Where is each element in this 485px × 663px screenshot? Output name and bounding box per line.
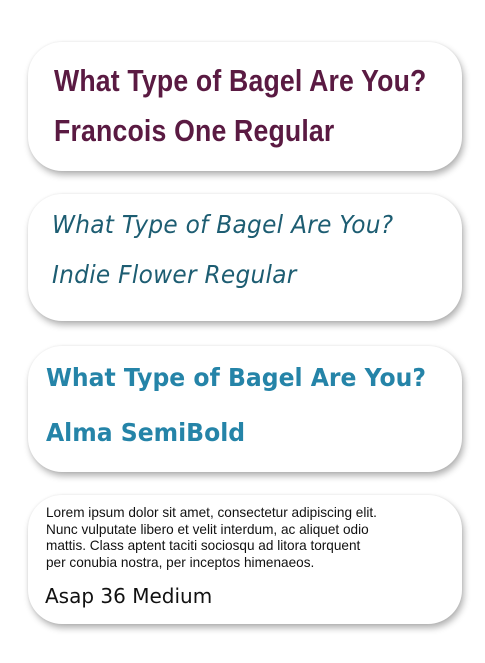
sample-heading: What Type of Bagel Are You? [54,63,427,98]
sample-heading: What Type of Bagel Are You? [52,210,394,239]
font-sample-card-alma: What Type of Bagel Are You? Alma SemiBol… [28,346,462,472]
font-sample-card-asap: Lorem ipsum dolor sit amet, consectetur … [28,495,462,624]
sample-heading: What Type of Bagel Are You? [46,363,427,392]
font-sample-card-indie-flower: What Type of Bagel Are You? Indie Flower… [28,194,462,321]
font-sample-card-francois-one: What Type of Bagel Are You? Francois One… [28,42,462,171]
font-name-label: Indie Flower Regular [52,260,297,289]
font-name-label: Francois One Regular [54,113,335,148]
font-name-label: Alma SemiBold [46,418,246,447]
font-name-label: Asap 36 Medium [45,584,213,608]
sample-paragraph: Lorem ipsum dolor sit amet, consectetur … [46,505,377,570]
